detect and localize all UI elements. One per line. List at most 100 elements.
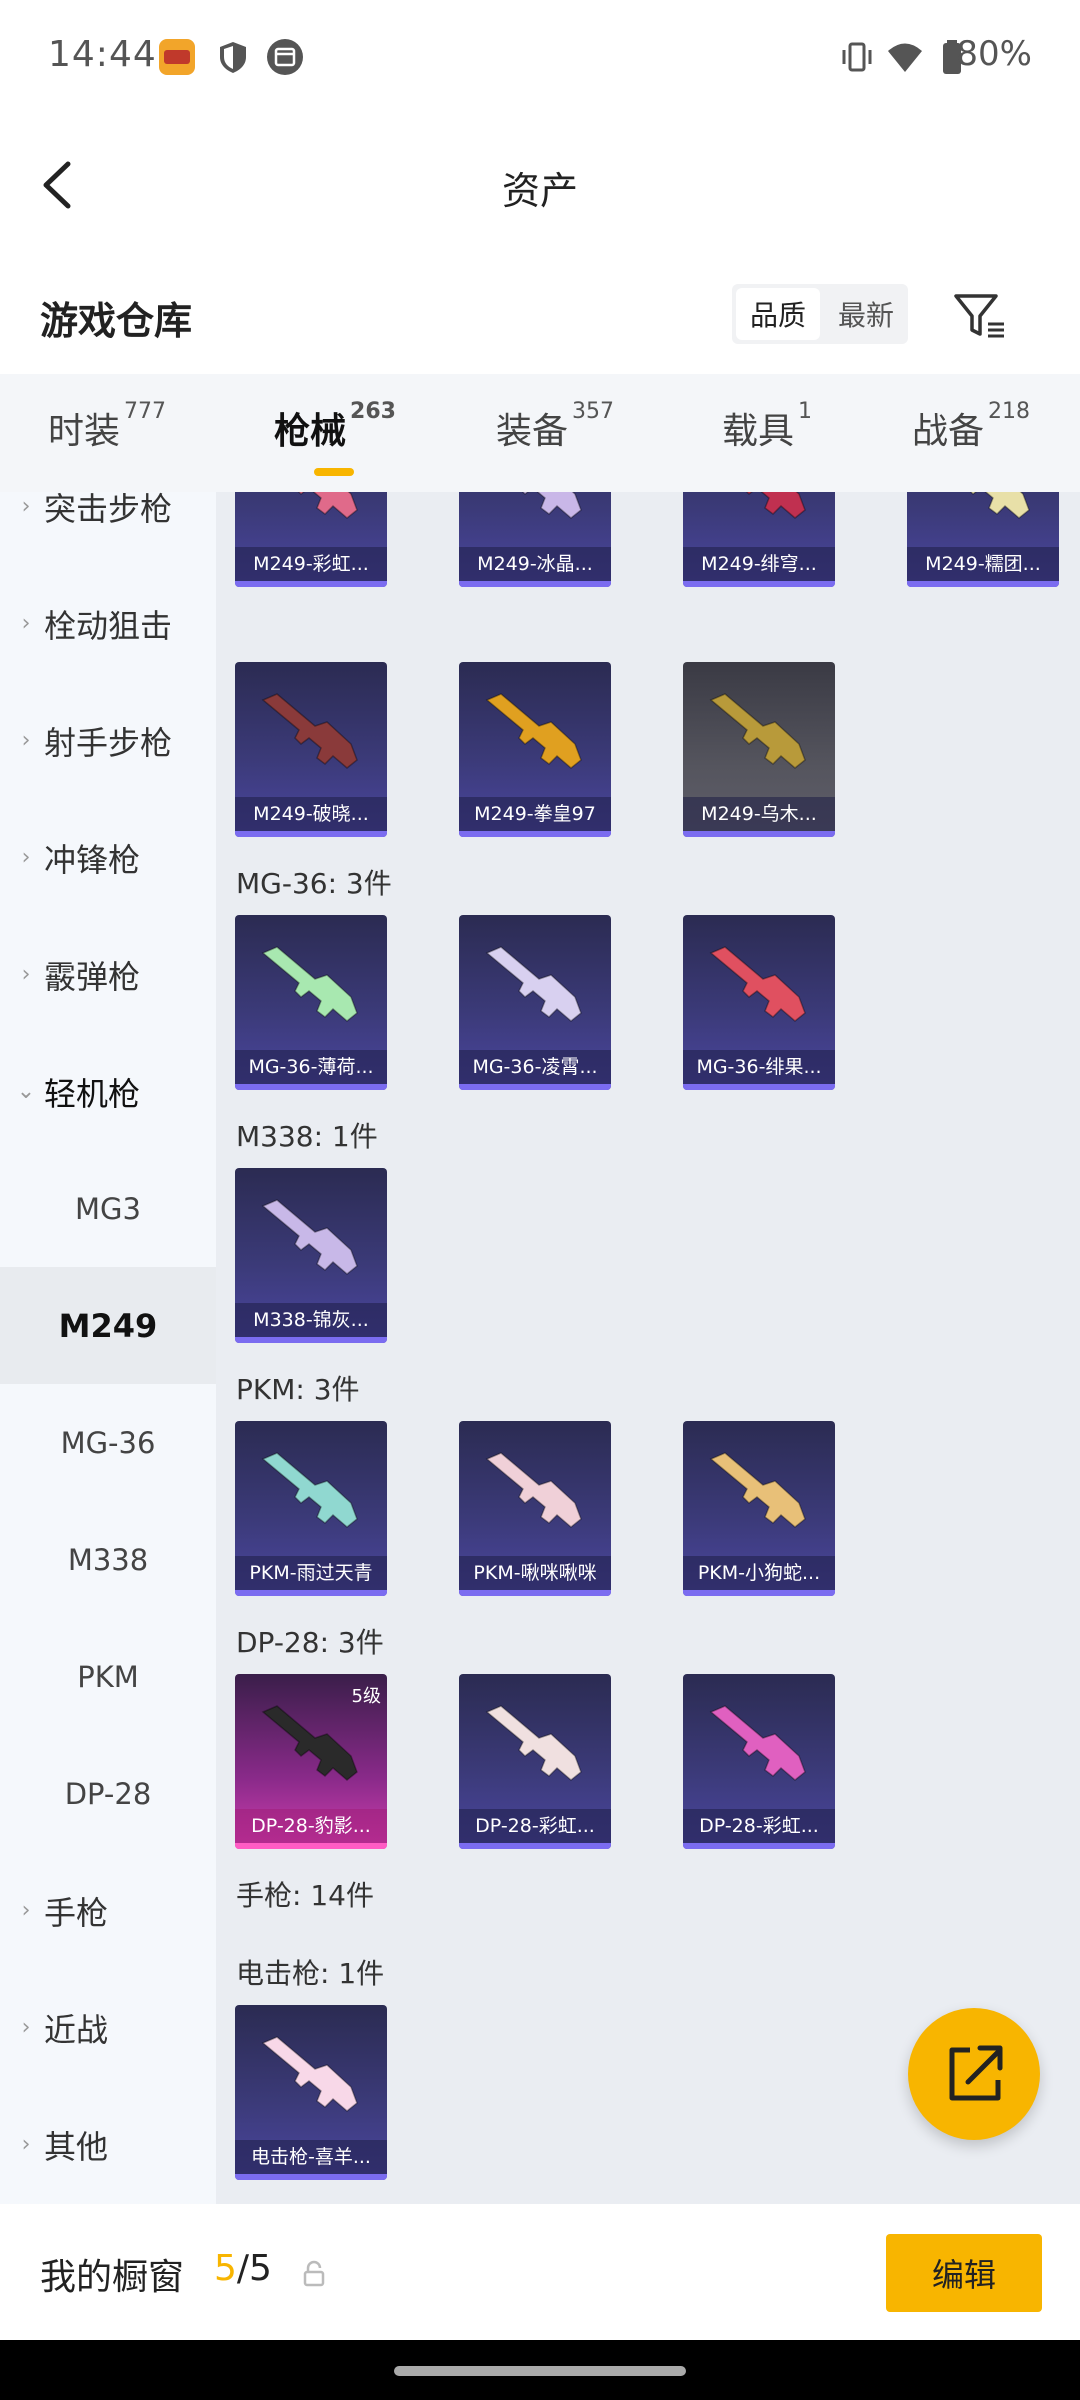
item-card[interactable]: PKM-啾咪啾咪: [459, 1421, 611, 1596]
sidebar-item-smg[interactable]: › 冲锋枪: [0, 799, 216, 916]
item-card[interactable]: 5级 DP-28-豹影...: [235, 1674, 387, 1849]
chevron-right-icon: ›: [21, 962, 31, 987]
category-tabs: 时装 777 枪械 263 装备 357 载具 1 战备 218: [0, 374, 1080, 492]
sidebar-item-bolt-sniper[interactable]: › 栓动狙击: [0, 565, 216, 682]
sidebar-subitem-dp28[interactable]: DP-28: [0, 1735, 216, 1852]
group-label-taser: 电击枪: 1件: [236, 1957, 385, 1990]
tab-label: 装备: [496, 411, 569, 452]
weapon-skin-image: [485, 1705, 582, 1781]
item-card[interactable]: M249-糯团...: [907, 492, 1059, 587]
tab-label: 时装: [48, 411, 121, 452]
weapon-skin-image: [709, 1452, 806, 1528]
weapon-skin-image: [709, 946, 806, 1022]
page-title: 资产: [501, 169, 578, 213]
rarity-bar: [683, 831, 835, 837]
sidebar-subitem-mg36[interactable]: MG-36: [0, 1384, 216, 1501]
weapon-skin-image: [261, 1705, 358, 1781]
item-card[interactable]: M338-锦灰...: [235, 1168, 387, 1343]
item-card[interactable]: MG-36-凌霄...: [459, 915, 611, 1090]
sidebar-subitem-m249[interactable]: M249: [0, 1267, 216, 1384]
rarity-bar: [459, 831, 611, 837]
sidebar-item-shotgun[interactable]: › 霰弹枪: [0, 916, 216, 1033]
group-label-dp28: DP-28: 3件: [236, 1626, 384, 1659]
rarity-bar: [235, 831, 387, 837]
filter-icon[interactable]: [950, 286, 1010, 346]
item-card-label: M249-拳皇97: [459, 797, 611, 831]
sidebar-item-label: 突击步枪: [44, 492, 173, 528]
item-card[interactable]: PKM-小狗蛇...: [683, 1421, 835, 1596]
group-label-m338: M338: 1件: [236, 1120, 378, 1153]
item-card-label: MG-36-薄荷...: [235, 1050, 387, 1084]
chevron-right-icon: ›: [21, 2132, 31, 2157]
item-card[interactable]: MG-36-薄荷...: [235, 915, 387, 1090]
group-label-mg36: MG-36: 3件: [236, 867, 392, 900]
tab-count: 218: [988, 399, 1031, 424]
sidebar-subitem-m338[interactable]: M338: [0, 1501, 216, 1618]
sidebar-item-lmg[interactable]: ⌄ 轻机枪: [0, 1033, 216, 1150]
rarity-bar: [235, 2174, 387, 2180]
chevron-right-icon: ›: [21, 1898, 31, 1923]
tab-equipment[interactable]: 装备 357: [496, 399, 615, 454]
item-card[interactable]: PKM-雨过天青: [235, 1421, 387, 1596]
showcase-count-total: /5: [236, 2248, 272, 2289]
tab-count: 357: [572, 399, 615, 424]
item-card[interactable]: M249-乌木...: [683, 662, 835, 837]
chevron-down-icon: ⌄: [16, 1079, 36, 1104]
weapon-skin-image: [297, 492, 358, 519]
item-card[interactable]: M249-拳皇97: [459, 662, 611, 837]
item-card[interactable]: M249-冰晶...: [459, 492, 611, 587]
item-card-label: DP-28-豹影...: [235, 1809, 387, 1843]
sidebar-item-label: 冲锋枪: [44, 840, 141, 879]
tab-firearms[interactable]: 枪械 263: [274, 399, 396, 476]
item-card-label: PKM-小狗蛇...: [683, 1556, 835, 1590]
tab-count: 1: [798, 399, 813, 424]
level-badge: 5级: [351, 1686, 381, 1707]
active-tab-indicator: [314, 468, 354, 476]
weapon-skin-image: [969, 492, 1030, 519]
sort-toggle: 品质 最新: [732, 284, 908, 344]
battery-percentage: 80%: [956, 34, 1032, 74]
sidebar-item-other[interactable]: › 其他: [0, 2086, 216, 2203]
sidebar-subitem-mg3[interactable]: MG3: [0, 1150, 216, 1267]
item-card[interactable]: M249-彩虹...: [235, 492, 387, 587]
chevron-right-icon: ›: [21, 494, 31, 519]
rarity-bar: [235, 1337, 387, 1343]
item-card[interactable]: DP-28-彩虹...: [683, 1674, 835, 1849]
rarity-bar: [907, 581, 1059, 587]
sidebar-item-marksman-rifle[interactable]: › 射手步枪: [0, 682, 216, 799]
sidebar-item-pistol[interactable]: › 手枪: [0, 1852, 216, 1969]
tab-label: 枪械: [274, 411, 347, 452]
sidebar-item-label: 射手步枪: [44, 723, 173, 762]
share-fab[interactable]: [908, 2008, 1040, 2140]
weapon-skin-image: [485, 946, 582, 1022]
tab-combat-gear[interactable]: 战备 218: [912, 399, 1031, 454]
shield-icon: [220, 42, 246, 73]
rarity-bar: [459, 581, 611, 587]
item-card-label: M249-冰晶...: [459, 547, 611, 581]
item-card[interactable]: MG-36-绯果...: [683, 915, 835, 1090]
sidebar-subitem-pkm[interactable]: PKM: [0, 1618, 216, 1735]
sort-quality-button[interactable]: 品质: [736, 288, 820, 340]
item-card[interactable]: M249-破晓...: [235, 662, 387, 837]
sidebar-item-assault-rifle[interactable]: › 突击步枪: [0, 492, 216, 565]
item-card[interactable]: DP-28-彩虹...: [459, 1674, 611, 1849]
tab-count: 777: [124, 399, 167, 424]
weapon-skin-image: [521, 492, 582, 519]
weapon-skin-image: [261, 1452, 358, 1528]
item-card[interactable]: 电击枪-喜羊...: [235, 2005, 387, 2180]
rarity-bar: [683, 1843, 835, 1849]
chevron-right-icon: ›: [21, 611, 31, 636]
edit-button[interactable]: 编辑: [886, 2234, 1042, 2312]
home-gesture-handle[interactable]: [394, 2366, 686, 2376]
tab-vehicles[interactable]: 载具 1: [722, 399, 813, 454]
sidebar-item-melee[interactable]: › 近战: [0, 1969, 216, 2086]
weapon-skin-image: [709, 1705, 806, 1781]
showcase-bar: 我的橱窗 5/5 编辑: [0, 2204, 1080, 2340]
rarity-bar: [235, 1590, 387, 1596]
chevron-right-icon: ›: [21, 845, 31, 870]
sidebar-item-label: 近战: [44, 2010, 109, 2049]
sort-newest-button[interactable]: 最新: [824, 284, 908, 344]
tab-fashion[interactable]: 时装 777: [48, 399, 167, 454]
weapon-skin-image: [745, 492, 806, 519]
item-card[interactable]: M249-绯穹...: [683, 492, 835, 587]
